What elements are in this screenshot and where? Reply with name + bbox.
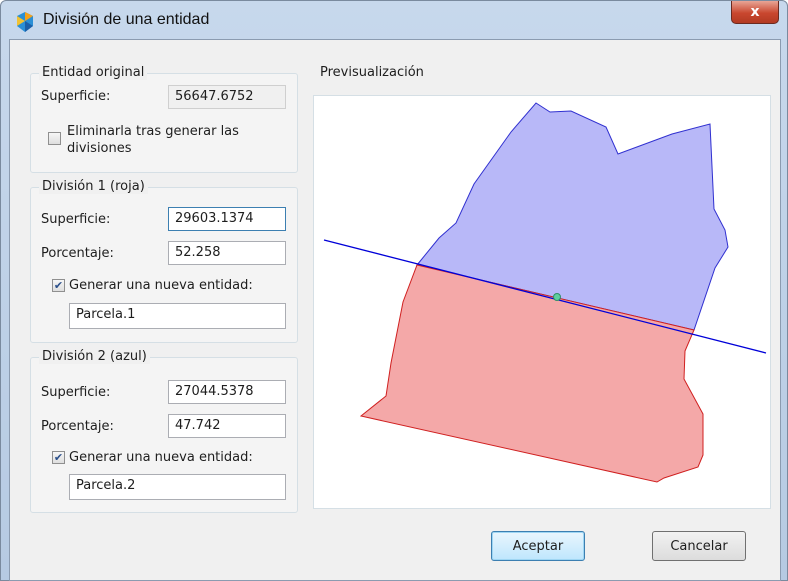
close-icon: x [750,4,760,20]
preview-panel [313,95,771,509]
checkmark-icon: ✔ [53,451,64,464]
division1-generate-checkbox[interactable]: ✔ [52,279,65,292]
division2-percent-label: Porcentaje: [41,419,114,434]
original-entity-title: Entidad original [39,65,148,80]
preview-canvas [323,102,767,483]
ok-button[interactable]: Aceptar [491,531,585,561]
original-area-field: 56647.6752 [168,85,286,109]
division1-area-label: Superficie: [41,212,111,227]
title-bar[interactable]: División de una entidad x [1,1,787,41]
delete-original-label-line1: Eliminarla tras generar las [67,124,239,139]
division1-title: División 1 (roja) [39,179,148,194]
close-button[interactable]: x [731,1,779,24]
division2-percent-input[interactable]: 47.742 [168,414,286,438]
dialog-window: División de una entidad x Entidad origin… [0,0,788,581]
division-pivot-point[interactable] [553,293,561,301]
delete-original-checkbox[interactable] [48,132,61,145]
preview-title: Previsualización [320,65,424,80]
delete-original-label-line2: divisiones [67,141,132,156]
window-title: División de una entidad [43,11,210,28]
app-logo-icon [17,12,33,32]
checkmark-icon: ✔ [53,279,64,292]
division2-area-input[interactable]: 27044.5378 [168,380,286,404]
division2-entity-name-input[interactable]: Parcela.2 [69,474,286,500]
division2-generate-checkbox[interactable]: ✔ [52,451,65,464]
division1-generate-label: Generar una nueva entidad: [69,278,253,293]
original-area-label: Superficie: [41,89,111,104]
division1-area-input[interactable]: 29603.1374 [168,207,286,231]
cancel-button[interactable]: Cancelar [652,531,746,561]
division2-area-label: Superficie: [41,385,111,400]
division2-title: División 2 (azul) [39,349,150,364]
division1-entity-name-input[interactable]: Parcela.1 [69,303,286,329]
division1-percent-input[interactable]: 52.258 [168,241,286,265]
division1-percent-label: Porcentaje: [41,246,114,261]
division2-generate-label: Generar una nueva entidad: [69,450,253,465]
